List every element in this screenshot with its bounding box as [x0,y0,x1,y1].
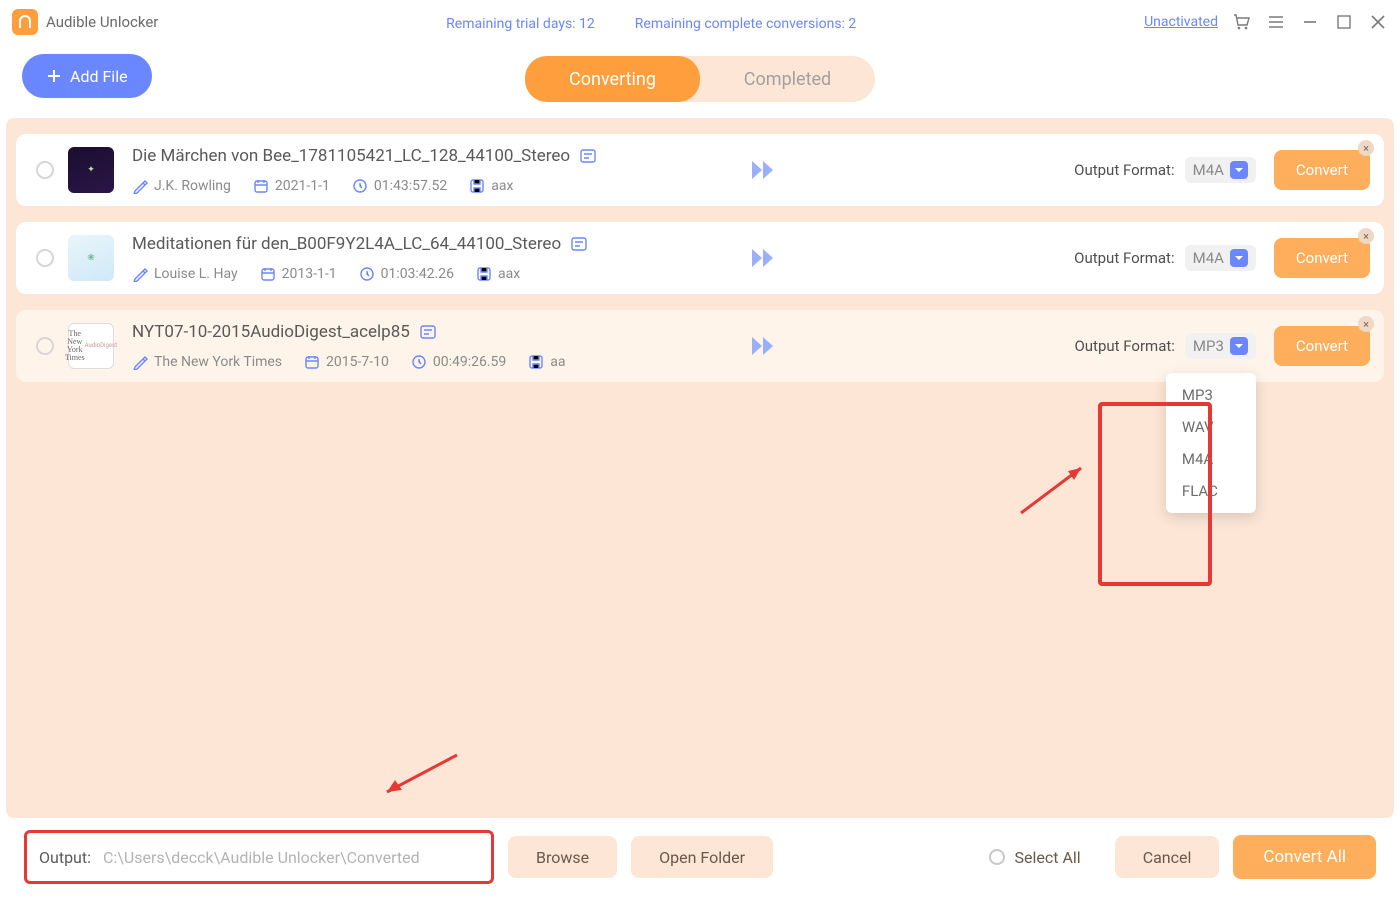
item-date: 2021-1-1 [275,178,330,194]
subtitle-icon [571,236,587,252]
cover-thumbnail: ❀ [68,235,114,281]
remaining-conversions-label: Remaining complete conversions: 2 [635,16,857,32]
chevron-down-icon [1230,161,1248,179]
item-duration: 01:43:57.52 [374,178,447,194]
format-select[interactable]: M4A [1185,157,1256,183]
app-logo [12,9,38,35]
output-format-label: Output Format: [1074,337,1174,355]
item-date: 2015-7-10 [326,354,389,370]
cart-icon[interactable] [1232,12,1252,32]
item-title: Meditationen für den_B00F9Y2L4A_LC_64_44… [132,234,561,254]
item-checkbox[interactable] [36,337,54,355]
close-icon[interactable] [1368,12,1388,32]
file-item: × ❀ Meditationen für den_B00F9Y2L4A_LC_6… [16,222,1384,294]
output-path-group: Output: C:\Users\decck\Audible Unlocker\… [24,830,494,884]
subtitle-icon [580,148,596,164]
item-duration: 00:49:26.59 [433,354,506,370]
item-date: 2013-1-1 [282,266,337,282]
annotation-arrow-icon [1016,458,1096,518]
trial-days-label: Remaining trial days: 12 [446,16,595,32]
format-value: M4A [1193,161,1224,179]
cover-thumbnail: TheNew YorkTimesAudioDigest [68,323,114,369]
convert-button[interactable]: Convert [1274,326,1370,366]
format-value: MP3 [1193,337,1224,355]
file-item: × TheNew YorkTimesAudioDigest NYT07-10-2… [16,310,1384,382]
double-arrow-icon [747,159,777,181]
output-path[interactable]: C:\Users\decck\Audible Unlocker\Converte… [103,848,420,867]
item-duration: 01:03:42.26 [381,266,454,282]
output-format-label: Output Format: [1074,161,1174,179]
format-option-m4a[interactable]: M4A [1166,443,1256,475]
double-arrow-icon [747,247,777,269]
cancel-button[interactable]: Cancel [1115,836,1220,878]
format-option-mp3[interactable]: MP3 [1166,379,1256,411]
format-select[interactable]: MP3 MP3 WAV M4A FLAC [1185,333,1256,359]
select-all-label: Select All [1015,848,1081,867]
browse-button[interactable]: Browse [508,836,617,878]
item-author: J.K. Rowling [154,178,231,194]
format-select[interactable]: M4A [1185,245,1256,271]
output-label: Output: [39,848,91,867]
convert-all-button[interactable]: Convert All [1233,835,1376,879]
add-file-label: Add File [70,67,128,86]
remove-item-icon[interactable]: × [1358,140,1374,156]
file-item: × ✦ Die Märchen von Bee_1781105421_LC_12… [16,134,1384,206]
cover-thumbnail: ✦ [68,147,114,193]
app-title: Audible Unlocker [46,13,158,31]
tab-completed[interactable]: Completed [700,56,875,102]
menu-icon[interactable] [1266,12,1286,32]
format-option-flac[interactable]: FLAC [1166,475,1256,507]
output-format-label: Output Format: [1074,249,1174,267]
convert-button[interactable]: Convert [1274,150,1370,190]
item-ext: aa [550,354,565,370]
chevron-down-icon [1230,337,1248,355]
format-option-wav[interactable]: WAV [1166,411,1256,443]
chevron-down-icon [1230,249,1248,267]
maximize-icon[interactable] [1334,12,1354,32]
format-value: M4A [1193,249,1224,267]
minimize-icon[interactable] [1300,12,1320,32]
item-ext: aax [491,178,513,194]
convert-button[interactable]: Convert [1274,238,1370,278]
tab-converting[interactable]: Converting [525,56,700,102]
item-ext: aax [498,266,520,282]
double-arrow-icon [747,335,777,357]
format-dropdown: MP3 WAV M4A FLAC [1166,373,1256,513]
annotation-arrow-icon [372,750,462,800]
remove-item-icon[interactable]: × [1358,228,1374,244]
item-title: NYT07-10-2015AudioDigest_acelp85 [132,322,410,342]
item-title: Die Märchen von Bee_1781105421_LC_128_44… [132,146,570,166]
add-file-button[interactable]: Add File [22,54,152,98]
item-checkbox[interactable] [36,161,54,179]
remove-item-icon[interactable]: × [1358,316,1374,332]
item-author: Louise L. Hay [154,266,238,282]
select-all-checkbox[interactable] [989,849,1005,865]
item-author: The New York Times [154,354,282,370]
unactivated-link[interactable]: Unactivated [1144,14,1218,30]
subtitle-icon [420,324,436,340]
item-checkbox[interactable] [36,249,54,267]
open-folder-button[interactable]: Open Folder [631,836,773,878]
